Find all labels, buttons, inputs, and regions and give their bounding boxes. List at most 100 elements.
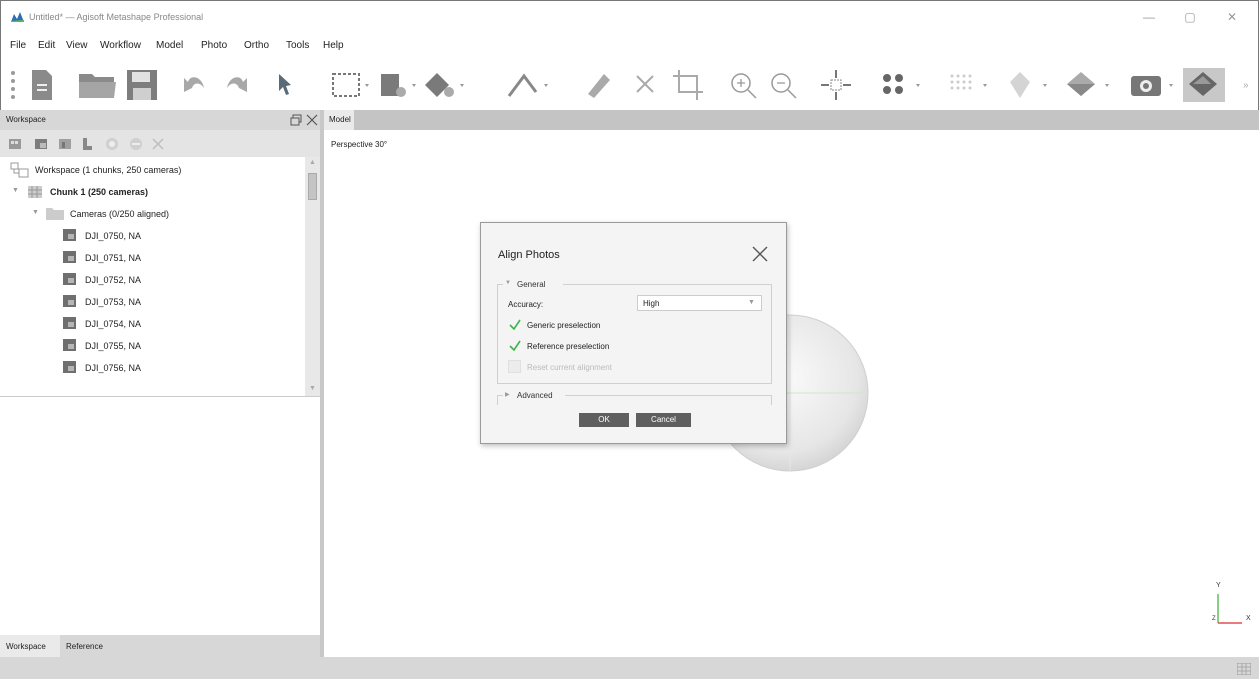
menu-help[interactable]: Help (323, 40, 344, 51)
pointer-icon[interactable] (276, 68, 294, 102)
accuracy-value: High (643, 299, 660, 308)
navigation-icon[interactable] (379, 68, 419, 102)
camera-row[interactable]: DJI_0755, NA (0, 335, 305, 357)
camera-row[interactable]: DJI_0750, NA (0, 225, 305, 247)
menu-file[interactable]: File (10, 40, 26, 51)
tab-model[interactable]: Model (324, 110, 354, 130)
advanced-group-header[interactable]: ▶ Advanced (503, 389, 565, 401)
undo-icon[interactable] (178, 68, 210, 102)
expand-cameras-icon[interactable]: ▼ (32, 209, 39, 216)
generic-preselection-checkbox[interactable] (509, 319, 521, 331)
expand-chunk-icon[interactable]: ▼ (12, 187, 19, 194)
accuracy-select[interactable]: High ▼ (637, 295, 762, 311)
dialog-title: Align Photos (498, 249, 560, 261)
tab-workspace-label: Workspace (6, 642, 46, 651)
add-photos-icon[interactable] (34, 136, 50, 152)
model-viewport[interactable]: Perspective 30° Y Z X (324, 130, 1259, 657)
zoom-in-icon[interactable] (729, 68, 759, 102)
tree-root-row[interactable]: Workspace (1 chunks, 250 cameras) (0, 159, 305, 181)
menu-photo[interactable]: Photo (201, 40, 227, 51)
camera-label: DJI_0755, NA (85, 341, 142, 351)
minimize-icon[interactable]: — (1136, 7, 1162, 27)
projection-label: Perspective 30° (331, 140, 388, 149)
title-bar: Untitled* — Agisoft Metashape Profession… (0, 0, 1259, 32)
tab-workspace[interactable]: Workspace (0, 635, 60, 657)
workspace-panel-title: Workspace (6, 115, 46, 124)
close-panel-icon[interactable] (305, 113, 319, 127)
texture-icon[interactable] (1183, 68, 1225, 102)
enable-icon[interactable] (104, 136, 120, 152)
disable-icon[interactable] (128, 136, 144, 152)
workspace-toolbar (0, 130, 323, 157)
camera-label: DJI_0753, NA (85, 297, 142, 307)
status-grid-icon[interactable] (1237, 663, 1251, 675)
crop-icon[interactable] (671, 68, 705, 102)
redo-icon[interactable] (221, 68, 253, 102)
camera-row[interactable]: DJI_0752, NA (0, 269, 305, 291)
workspace-tab-bar: Workspace Reference (0, 635, 323, 657)
tab-model-label: Model (329, 115, 351, 124)
measure-icon[interactable] (506, 68, 550, 102)
rectangle-selection-icon[interactable] (331, 68, 371, 102)
remove-icon[interactable] (150, 136, 166, 152)
save-icon[interactable] (126, 68, 158, 102)
mesh-icon[interactable] (1063, 68, 1115, 102)
menu-edit[interactable]: Edit (38, 40, 55, 51)
camera-row[interactable]: DJI_0753, NA (0, 291, 305, 313)
tree-chunk-row[interactable]: ▼ Chunk 1 (250 cameras) (0, 181, 305, 203)
toolbar-overflow-icon[interactable]: » (1243, 80, 1249, 91)
tree-cameras-label: Cameras (0/250 aligned) (70, 209, 170, 219)
camera-row[interactable]: DJI_0754, NA (0, 313, 305, 335)
reset-alignment-checkbox (508, 360, 521, 373)
menu-workflow[interactable]: Workflow (100, 40, 141, 51)
dialog-close-icon[interactable] (751, 245, 769, 263)
point-cloud-icon[interactable] (879, 68, 925, 102)
menu-model[interactable]: Model (156, 40, 183, 51)
add-chunk-icon[interactable] (8, 136, 24, 152)
axis-z-label: Z (1212, 616, 1216, 622)
workspace-empty-area (0, 397, 323, 635)
model-tab-bar (324, 110, 1259, 130)
delete-icon[interactable] (633, 68, 657, 102)
undock-icon[interactable] (289, 113, 303, 127)
camera-label: DJI_0754, NA (85, 319, 142, 329)
add-marker-icon[interactable] (80, 136, 94, 152)
scroll-down-icon[interactable]: ▼ (309, 385, 316, 392)
workspace-tree: Workspace (1 chunks, 250 cameras) ▼ Chun… (0, 157, 323, 397)
metashape-logo-icon (11, 12, 24, 22)
collapse-general-icon[interactable]: ▼ (505, 280, 511, 286)
move-object-icon[interactable] (423, 68, 467, 102)
dense-cloud-icon[interactable] (946, 68, 992, 102)
workspace-panel-header: Workspace (0, 110, 323, 130)
camera-thumbnail-icon (63, 361, 76, 373)
menu-view[interactable]: View (66, 40, 88, 51)
new-document-icon[interactable] (29, 68, 55, 102)
ruler-icon[interactable] (584, 68, 614, 102)
tab-reference[interactable]: Reference (62, 635, 122, 657)
close-icon[interactable]: ✕ (1219, 7, 1245, 27)
add-folder-icon[interactable] (58, 136, 74, 152)
tree-scrollbar[interactable]: ▲ ▼ (305, 157, 320, 397)
tree-cameras-row[interactable]: ▼ Cameras (0/250 aligned) (0, 203, 305, 225)
expand-advanced-icon[interactable]: ▶ (505, 391, 510, 398)
camera-row[interactable]: DJI_0756, NA (0, 357, 305, 379)
zoom-out-icon[interactable] (769, 68, 799, 102)
general-group-header[interactable]: ▼ General (503, 278, 563, 290)
scroll-up-icon[interactable]: ▲ (309, 159, 316, 166)
move-view-icon[interactable] (819, 68, 853, 102)
camera-icon[interactable] (1129, 68, 1179, 102)
restore-icon[interactable]: ▢ (1177, 7, 1203, 27)
camera-thumbnail-icon (63, 317, 76, 329)
camera-label: DJI_0756, NA (85, 363, 142, 373)
advanced-label: Advanced (517, 391, 553, 400)
cancel-button[interactable]: Cancel (636, 413, 691, 427)
ok-button[interactable]: OK (579, 413, 629, 427)
menu-ortho[interactable]: Ortho (244, 40, 269, 51)
axis-y-label: Y (1216, 582, 1221, 589)
menu-tools[interactable]: Tools (286, 40, 309, 51)
tiled-model-icon[interactable] (1006, 68, 1052, 102)
tree-scrollbar-thumb[interactable] (308, 173, 317, 200)
reference-preselection-checkbox[interactable] (509, 340, 521, 352)
camera-row[interactable]: DJI_0751, NA (0, 247, 305, 269)
open-folder-icon[interactable] (78, 68, 118, 102)
